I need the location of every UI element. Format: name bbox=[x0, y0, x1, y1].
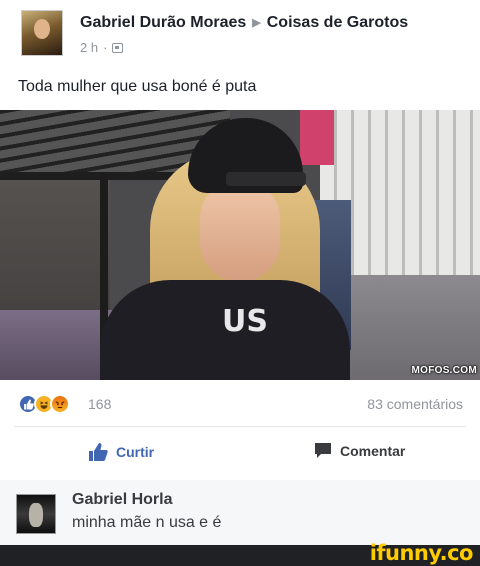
meta-separator: · bbox=[103, 40, 108, 55]
action-bar: Curtir Comentar bbox=[0, 428, 480, 478]
commenter-name[interactable]: Gabriel Horla bbox=[72, 491, 172, 509]
author-line: Gabriel Durão Moraes ▶ Coisas de Garotos bbox=[80, 14, 408, 32]
divider bbox=[14, 426, 466, 427]
commenter-avatar[interactable] bbox=[16, 494, 56, 534]
watermark-bar: ifunny.co bbox=[0, 541, 480, 566]
like-button[interactable]: Curtir bbox=[88, 442, 154, 462]
photo-pink-cloth bbox=[300, 110, 334, 165]
thumbs-up-icon bbox=[89, 443, 108, 461]
comment-label: Comentar bbox=[340, 442, 406, 459]
post-time[interactable]: 2 h bbox=[80, 40, 98, 55]
group-name[interactable]: Coisas de Garotos bbox=[267, 14, 408, 31]
speech-bubble-icon bbox=[315, 443, 331, 458]
reaction-icons[interactable] bbox=[18, 394, 70, 414]
like-label: Curtir bbox=[116, 444, 155, 460]
photo-cap-band bbox=[226, 172, 306, 186]
comment-count[interactable]: 83 comentários bbox=[367, 396, 463, 412]
author-name[interactable]: Gabriel Durão Moraes bbox=[80, 14, 246, 31]
reactions-bar: 168 83 comentários bbox=[0, 380, 480, 426]
photo-watermark: MOFOS.COM bbox=[411, 365, 477, 376]
photo-face bbox=[200, 182, 280, 282]
post-header: Gabriel Durão Moraes ▶ Coisas de Garotos 2… bbox=[0, 0, 480, 70]
comment-item: Gabriel Horla minha mãe n usa e é bbox=[0, 480, 480, 545]
audience-icon bbox=[112, 42, 124, 53]
author-avatar[interactable] bbox=[21, 10, 63, 56]
reaction-count[interactable]: 168 bbox=[88, 396, 111, 412]
post-text: Toda mulher que usa boné é puta bbox=[18, 78, 257, 95]
angry-reaction-icon bbox=[50, 394, 70, 414]
triangle-right-icon: ▶ bbox=[252, 17, 261, 29]
hoodie-letters: US bbox=[222, 304, 268, 339]
ifunny-logo: ifunny.co bbox=[369, 541, 474, 565]
post-meta: 2 h · bbox=[80, 40, 124, 55]
comment-text: minha mãe n usa e é bbox=[72, 514, 222, 531]
post-photo[interactable]: US MOFOS.COM bbox=[0, 110, 480, 380]
comment-button[interactable]: Comentar bbox=[314, 442, 405, 459]
